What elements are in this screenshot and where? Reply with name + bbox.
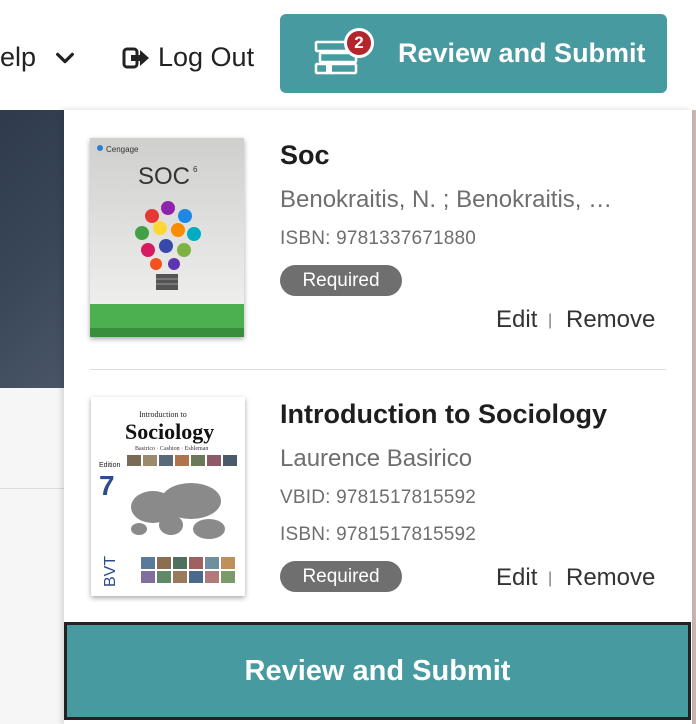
review-and-submit-label: Review and Submit: [398, 38, 646, 68]
edit-link[interactable]: Edit: [496, 306, 537, 334]
logout-button[interactable]: Log Out: [122, 42, 254, 73]
cart-count-badge: 2: [344, 28, 374, 58]
background-content: [0, 388, 64, 724]
edit-link[interactable]: Edit: [496, 564, 537, 592]
review-and-submit-button[interactable]: Review and Submit: [64, 622, 691, 720]
remove-link[interactable]: Remove: [566, 564, 655, 592]
cover-edition: 6: [193, 165, 198, 174]
book-isbn: ISBN: 9781517815592: [280, 524, 477, 545]
item-divider: [90, 369, 666, 370]
review-and-submit-label: Review and Submit: [244, 654, 511, 687]
logout-label: Log Out: [158, 42, 255, 72]
cover-small-title: Introduction to: [139, 410, 187, 419]
book-author: Benokraitis, N. ; Benokraitis, …: [280, 186, 613, 213]
cover-title: SOC: [138, 163, 190, 190]
remove-link[interactable]: Remove: [566, 306, 655, 334]
cover-edition-number: 7: [99, 470, 115, 501]
book-cover-art: Cengage SOC 6: [90, 138, 244, 337]
help-menu[interactable]: elp: [0, 42, 76, 73]
book-author: Laurence Basirico: [280, 445, 473, 472]
book-isbn: ISBN: 9781337671880: [280, 228, 477, 249]
logout-icon: [122, 47, 149, 68]
chevron-down-icon: [56, 52, 74, 63]
book-title: Introduction to Sociology: [280, 399, 607, 429]
link-separator: |: [548, 312, 553, 329]
cover-edition-label: Edition: [99, 462, 121, 469]
background-divider: [0, 488, 64, 489]
link-separator: |: [548, 570, 553, 587]
required-badge: Required: [280, 561, 402, 592]
book-title: Soc: [280, 140, 330, 170]
background-hero: [0, 110, 64, 388]
book-cover-intro-sociology: Introduction to Sociology Basirico · Cas…: [91, 397, 245, 596]
top-bar: elp Log Out 2 Review and Submit: [0, 0, 696, 110]
book-cover-soc: Cengage SOC 6: [90, 138, 244, 337]
cover-brand: Cengage: [106, 145, 139, 154]
help-label: elp: [0, 42, 37, 72]
cover-authors: Basirico · Cashion · Eshleman: [135, 446, 208, 452]
book-vbid: VBID: 9781517815592: [280, 487, 477, 508]
cover-publisher: BVT: [102, 556, 119, 587]
book-cover-art: Introduction to Sociology Basirico · Cas…: [91, 397, 245, 596]
review-and-submit-header-button[interactable]: 2 Review and Submit: [280, 14, 667, 93]
required-badge: Required: [280, 265, 402, 296]
cover-big-title: Sociology: [125, 419, 214, 444]
